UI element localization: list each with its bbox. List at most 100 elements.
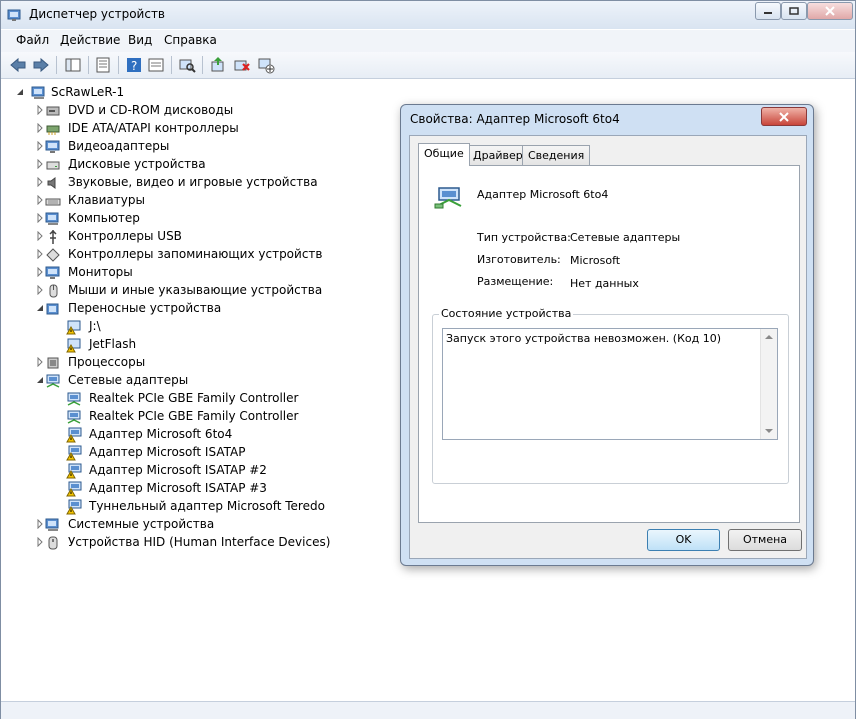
tree-item-label: Realtek PCIe GBE Family Controller	[89, 391, 299, 405]
expand-arrow-icon[interactable]	[35, 231, 45, 241]
tree-item-label: Звуковые, видео и игровые устройства	[68, 175, 318, 189]
device-status-legend: Состояние устройства	[439, 307, 574, 320]
menu-view[interactable]: Вид	[128, 33, 152, 47]
tree-item-label: Адаптер Microsoft 6to4	[89, 427, 233, 441]
manufacturer-label: Изготовитель:	[477, 253, 561, 266]
general-tab-panel: Адаптер Microsoft 6to4 Тип устройства: С…	[418, 165, 800, 523]
uninstall-device-icon[interactable]	[233, 56, 251, 74]
dialog-close-button[interactable]	[761, 107, 807, 126]
expand-arrow-icon[interactable]	[35, 177, 45, 187]
properties-icon[interactable]	[94, 56, 112, 74]
ide-controller-icon	[46, 125, 60, 135]
network-adapter-icon	[67, 392, 81, 406]
forward-arrow-icon[interactable]	[32, 56, 50, 74]
tree-item-label: Адаптер Microsoft ISATAP	[89, 445, 246, 459]
svg-text:?: ?	[131, 59, 137, 73]
view-icon[interactable]	[147, 56, 165, 74]
maximize-button[interactable]	[781, 2, 807, 20]
tree-item-label: Адаптер Microsoft ISATAP #3	[89, 481, 267, 495]
computer-icon	[31, 86, 45, 99]
restore-icon	[789, 7, 799, 15]
warning-network-icon	[66, 463, 82, 479]
cancel-button[interactable]: Отмена	[728, 529, 802, 551]
enable-device-icon[interactable]	[257, 56, 275, 74]
title-bar[interactable]: Диспетчер устройств	[1, 1, 855, 29]
dialog-title: Свойства: Адаптер Microsoft 6to4	[410, 112, 620, 126]
expand-arrow-icon[interactable]	[35, 105, 45, 115]
tree-item-label: Контроллеры USB	[68, 229, 182, 243]
tab-driver[interactable]: Драйвер	[467, 145, 529, 165]
device-type-value: Сетевые адаптеры	[570, 231, 681, 244]
close-button[interactable]	[807, 2, 853, 20]
device-manager-icon	[7, 9, 21, 21]
menu-file[interactable]: Файл	[16, 33, 49, 47]
device-name: Адаптер Microsoft 6to4	[477, 188, 609, 201]
expand-arrow-icon[interactable]	[35, 213, 45, 223]
toolbar-separator	[171, 56, 172, 74]
console-tree-icon[interactable]	[64, 56, 82, 74]
collapse-arrow-icon[interactable]	[35, 375, 45, 385]
tree-item-label: IDE ATA/ATAPI контроллеры	[68, 121, 239, 135]
tab-general[interactable]: Общие	[418, 143, 470, 166]
location-label: Размещение:	[477, 275, 554, 288]
menu-bar: Файл Действие Вид Справка	[1, 30, 855, 52]
back-arrow-icon[interactable]	[9, 56, 27, 74]
tree-item-label: Мыши и иные указывающие устройства	[68, 283, 323, 297]
collapse-arrow-icon[interactable]	[35, 303, 45, 313]
menu-help[interactable]: Справка	[164, 33, 217, 47]
network-adapter-icon	[434, 187, 462, 209]
expand-arrow-icon[interactable]	[35, 141, 45, 151]
computer-icon	[45, 518, 59, 531]
status-scrollbar[interactable]	[760, 329, 777, 439]
tree-item-label: Контроллеры запоминающих устройств	[68, 247, 323, 261]
toolbar-separator	[118, 56, 119, 74]
tree-item-label: Системные устройства	[68, 517, 215, 531]
mouse-icon	[49, 284, 58, 298]
network-adapter-icon	[67, 410, 81, 424]
monitor-icon	[45, 140, 60, 153]
expand-arrow-icon[interactable]	[35, 285, 45, 295]
expand-arrow-icon[interactable]	[35, 123, 45, 133]
expand-arrow-icon[interactable]	[35, 357, 45, 367]
scroll-down-icon[interactable]	[765, 428, 773, 434]
network-adapter-icon	[46, 374, 60, 388]
device-status-textbox[interactable]: Запуск этого устройства невозможен. (Код…	[442, 328, 778, 440]
warning-network-icon	[66, 445, 82, 461]
menu-action[interactable]: Действие	[60, 33, 120, 47]
expand-arrow-icon[interactable]	[35, 249, 45, 259]
warning-network-icon	[66, 499, 82, 515]
warning-network-icon	[66, 481, 82, 497]
tree-item-label: Переносные устройства	[68, 301, 222, 315]
device-type-label: Тип устройства:	[477, 231, 571, 244]
tree-item-label: Туннельный адаптер Microsoft Teredo	[89, 499, 325, 513]
minimize-button[interactable]	[755, 2, 781, 20]
update-driver-icon[interactable]	[209, 56, 227, 74]
processor-icon	[47, 357, 59, 369]
speaker-icon	[47, 177, 56, 189]
tree-item-label: DVD и CD-ROM дисководы	[68, 103, 234, 117]
tree-item-label: Процессоры	[68, 355, 146, 369]
window-title: Диспетчер устройств	[29, 7, 166, 21]
expand-arrow-icon[interactable]	[35, 195, 45, 205]
scan-hardware-icon[interactable]	[178, 56, 196, 74]
usb-icon	[49, 229, 57, 244]
disk-drive-icon	[46, 161, 60, 170]
tree-item-label: Устройства HID (Human Interface Devices)	[68, 535, 331, 549]
help-icon[interactable]: ?	[125, 56, 143, 74]
portable-device-icon	[46, 303, 59, 315]
expand-arrow-icon[interactable]	[35, 537, 45, 547]
tab-details[interactable]: Сведения	[522, 145, 591, 165]
close-icon	[779, 111, 789, 122]
tree-item-label: JetFlash	[89, 337, 137, 351]
tree-item-label: Realtek PCIe GBE Family Controller	[89, 409, 299, 423]
collapse-arrow-icon[interactable]	[15, 87, 25, 97]
expand-arrow-icon[interactable]	[35, 159, 45, 169]
location-value: Нет данных	[570, 277, 639, 290]
ok-button[interactable]: OK	[647, 529, 720, 551]
expand-arrow-icon[interactable]	[35, 267, 45, 277]
keyboard-icon	[45, 198, 61, 206]
scroll-up-icon[interactable]	[765, 334, 773, 340]
manufacturer-value: Microsoft	[570, 254, 621, 267]
expand-arrow-icon[interactable]	[35, 519, 45, 529]
toolbar-separator	[56, 56, 57, 74]
